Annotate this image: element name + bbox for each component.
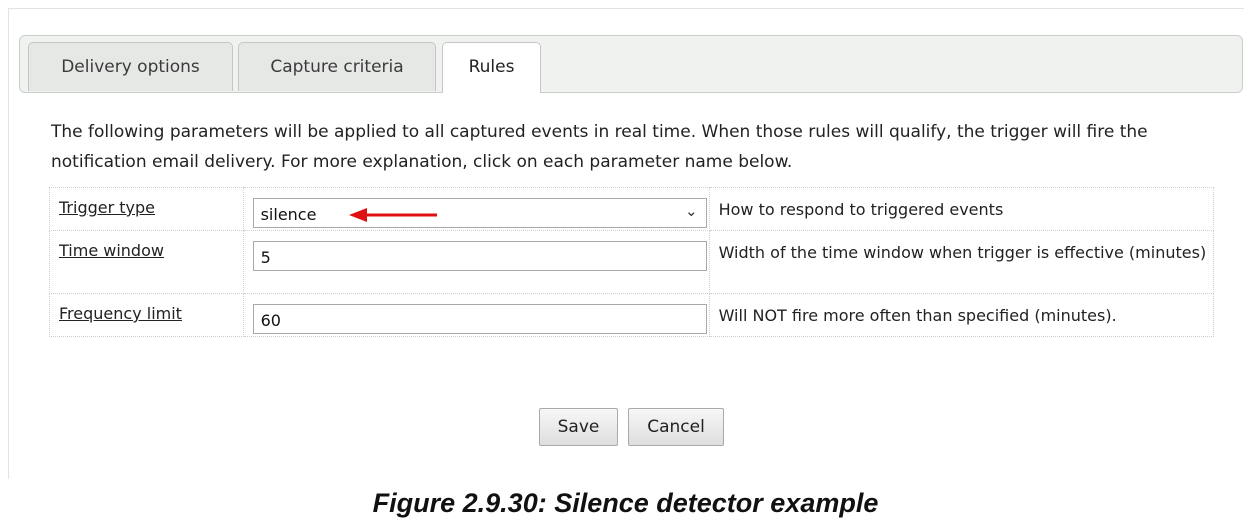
trigger-type-description: How to respond to triggered events [718, 200, 1004, 219]
frequency-limit-input[interactable]: 60 [252, 304, 707, 334]
param-label-cell: Time window [49, 230, 244, 294]
frequency-limit-value: 60 [260, 311, 281, 330]
time-window-value: 5 [260, 248, 271, 267]
trigger-type-link[interactable]: Trigger type [50, 188, 243, 217]
param-label-cell: Trigger type [49, 187, 244, 231]
intro-text: The following parameters will be applied… [51, 122, 1148, 172]
cancel-button[interactable]: Cancel [628, 408, 724, 446]
tab-capture-criteria[interactable]: Capture criteria [238, 42, 436, 91]
chevron-down-icon[interactable]: ⌄ [685, 202, 698, 220]
save-button[interactable]: Save [539, 408, 618, 446]
param-input-cell: silence ⌄ [242, 187, 710, 231]
trigger-type-select[interactable]: silence ⌄ [252, 198, 707, 228]
table-row: Time window 5 Width of the time window w… [49, 230, 1215, 294]
tab-rules[interactable]: Rules [442, 42, 541, 93]
tab-bar: Delivery options Capture criteria Rules [19, 35, 1243, 93]
trigger-type-value: silence [260, 205, 317, 224]
frequency-limit-link[interactable]: Frequency limit [50, 294, 243, 323]
figure-caption: Figure 2.9.30: Silence detector example [372, 488, 879, 518]
time-window-description: Width of the time window when trigger is… [718, 243, 1207, 262]
param-label-cell: Frequency limit [49, 293, 244, 337]
table-row: Frequency limit 60 Will NOT fire more of… [49, 293, 1215, 337]
param-input-cell: 60 [242, 293, 710, 337]
param-description-cell: Will NOT fire more often than specified … [708, 293, 1215, 337]
time-window-input[interactable]: 5 [252, 241, 707, 271]
param-input-cell: 5 [242, 230, 710, 294]
param-description-cell: Width of the time window when trigger is… [708, 230, 1215, 294]
tab-delivery-options[interactable]: Delivery options [28, 42, 233, 91]
red-arrow-icon [348, 208, 437, 222]
time-window-link[interactable]: Time window [50, 231, 243, 260]
parameters-table: Trigger type silence ⌄ How to respond to… [49, 187, 1215, 337]
table-row: Trigger type silence ⌄ How to respond to… [49, 187, 1215, 231]
frequency-limit-description: Will NOT fire more often than specified … [718, 306, 1117, 325]
param-description-cell: How to respond to triggered events [708, 187, 1215, 231]
